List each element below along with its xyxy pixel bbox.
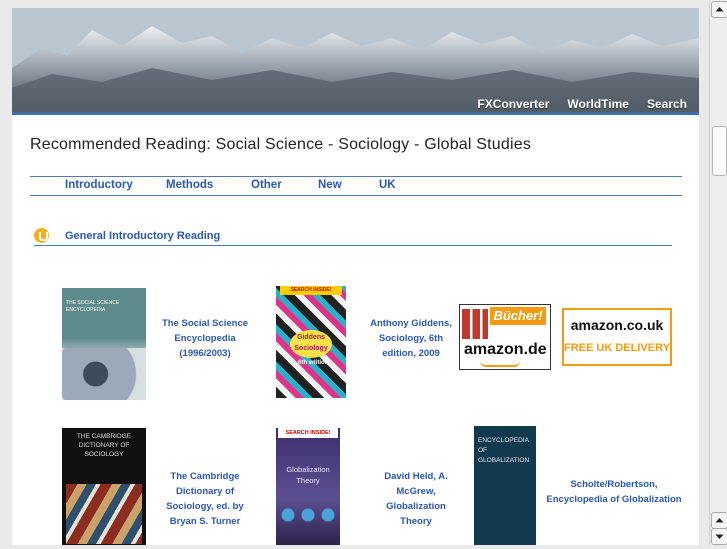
ad-top-text: Bücher!: [490, 307, 546, 325]
cover-globes: [280, 508, 336, 522]
book-cover-social-science-encyclopedia[interactable]: THE SOCIAL SCIENCE ENCYCLOPEDIA: [62, 288, 146, 400]
tab-new[interactable]: New: [318, 179, 342, 191]
top-nav: FXConverter WorldTime Search: [477, 97, 687, 111]
tab-uk[interactable]: UK: [379, 179, 396, 191]
cover-collage: [66, 484, 142, 544]
ad-tagline: FREE UK DELIVERY: [564, 342, 670, 354]
cover-title: Globalization Theory: [286, 465, 330, 485]
cover-photo: [62, 348, 146, 400]
ad-books-graphic: [462, 309, 488, 339]
cover-badge: SEARCH INSIDE!: [278, 428, 338, 438]
cover-title: THE SOCIAL SCIENCE ENCYCLOPEDIA: [66, 300, 120, 313]
nav-fxconverter[interactable]: FXConverter: [477, 97, 549, 111]
cover-badge: SEARCH INSIDE!: [280, 286, 342, 295]
book-caption-social-science-encyclopedia[interactable]: The Social Science Encyclopedia (1996/20…: [155, 316, 255, 361]
book-cover-encyclopedia-globalization[interactable]: ENCYCLOPEDIA OF GLOBALIZATION: [474, 426, 536, 545]
cover-edition: 6th edition: [298, 360, 329, 366]
book-cover-giddens-sociology[interactable]: SEARCH INSIDE! Giddens Sociology 6th edi…: [276, 286, 346, 398]
page-title: Recommended Reading: Social Science - So…: [30, 136, 532, 153]
tab-introductory[interactable]: Introductory: [65, 179, 133, 191]
ad-smile: [480, 361, 520, 367]
book-caption-cambridge-dictionary[interactable]: The Cambridge Dictionary of Sociology, e…: [153, 469, 257, 529]
chevron-up-icon: [715, 7, 724, 12]
scroll-page-down-button[interactable]: [711, 512, 727, 529]
scroll-down-button[interactable]: [711, 528, 727, 545]
ad-logo: amazon.de: [464, 341, 547, 358]
cover-title: THE CAMBRIDGE DICTIONARY OF SOCIOLOGY: [76, 433, 132, 458]
tab-methods[interactable]: Methods: [166, 179, 213, 191]
book-cover-cambridge-dictionary[interactable]: THE CAMBRIDGE DICTIONARY OF SOCIOLOGY: [62, 428, 146, 545]
lightbulb-icon: [34, 228, 49, 243]
cover-title: ENCYCLOPEDIA OF GLOBALIZATION: [478, 437, 530, 464]
nav-worldtime[interactable]: WorldTime: [567, 97, 629, 111]
header-banner: FXConverter WorldTime Search: [12, 8, 699, 114]
book-caption-encyclopedia-globalization[interactable]: Scholte/Robertson, Encyclopedia of Globa…: [544, 477, 684, 507]
amazon-de-ad[interactable]: Bücher! amazon.de: [459, 304, 551, 370]
amazon-uk-ad[interactable]: amazon.co.uk FREE UK DELIVERY: [562, 308, 672, 366]
book-cover-globalization-theory[interactable]: SEARCH INSIDE! Globalization Theory: [276, 428, 340, 545]
book-caption-giddens-sociology[interactable]: Anthony Giddens, Sociology, 6th edition,…: [361, 316, 461, 361]
section-divider: [34, 245, 672, 246]
tab-other[interactable]: Other: [251, 179, 282, 191]
scroll-up-button[interactable]: [711, 1, 727, 18]
nav-search[interactable]: Search: [647, 97, 687, 111]
chevron-down-icon: [715, 534, 724, 539]
scroll-thumb[interactable]: [712, 126, 727, 176]
chevron-up-icon: [715, 518, 724, 523]
category-tabs: Introductory Methods Other New UK: [30, 176, 682, 196]
book-caption-globalization-theory[interactable]: David Held, A. McGrew, Globalization The…: [374, 469, 458, 529]
ad-logo: amazon.co.uk: [570, 317, 664, 333]
vertical-scrollbar[interactable]: [709, 0, 727, 545]
page: FXConverter WorldTime Search Recommended…: [12, 8, 699, 545]
cover-title: Giddens Sociology: [290, 330, 332, 358]
banner-divider: [12, 112, 699, 115]
section-title[interactable]: General Introductory Reading: [65, 230, 220, 242]
